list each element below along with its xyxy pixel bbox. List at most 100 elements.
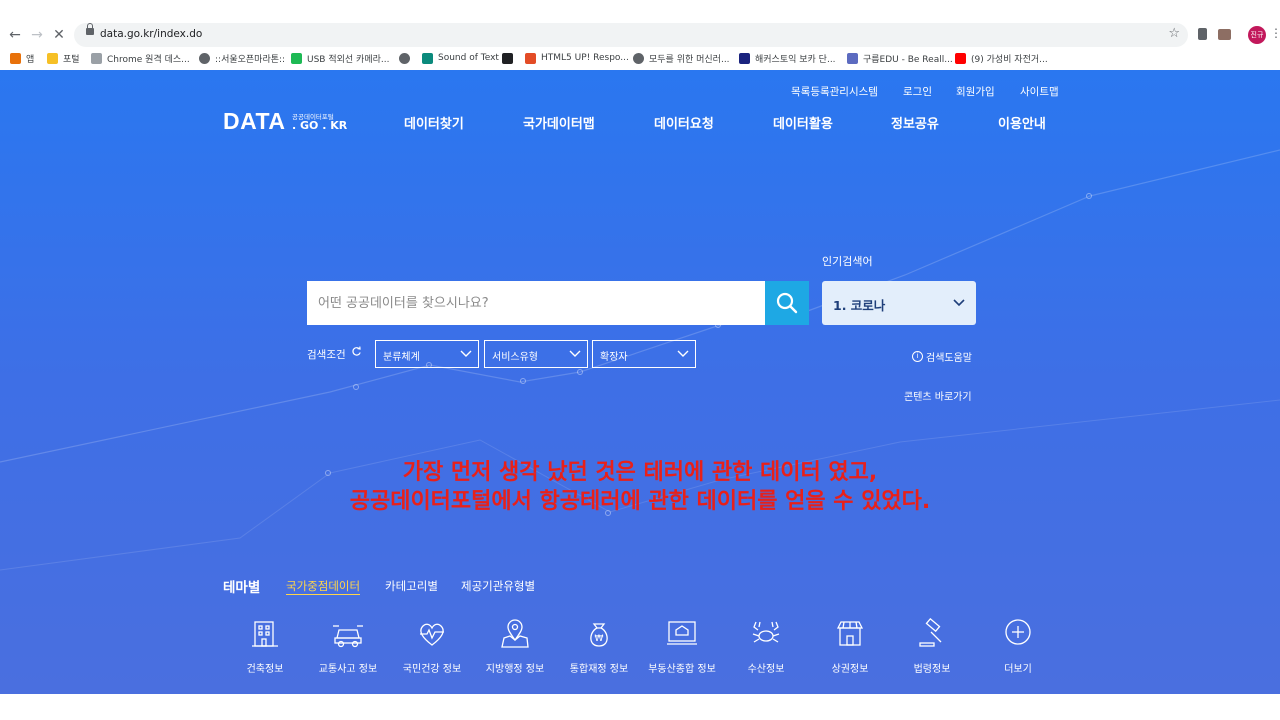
filter-category-select[interactable]: 분류체계 — [375, 340, 479, 368]
chevron-down-icon — [677, 350, 689, 357]
bookmark-item[interactable]: Sound of Text — [422, 51, 499, 65]
bookmark-favicon-icon — [199, 52, 210, 64]
search-icon — [776, 292, 798, 314]
nav-national-data-map[interactable]: 국가데이터맵 — [523, 113, 595, 132]
logo-domain-text: . GO . KR — [292, 119, 348, 132]
annotation-line-1: 가장 먼저 생각 났던 것은 테러에 관한 데이터 였고, — [402, 460, 878, 485]
bookmark-item[interactable]: 모두를 위한 머신러... — [633, 51, 730, 65]
theme-category-item[interactable]: 교통사고 정보 — [306, 618, 390, 678]
filter-extension-select[interactable]: 확장자 — [592, 340, 696, 368]
forward-arrow-icon[interactable]: → — [28, 26, 46, 44]
theme-category-item[interactable]: 수산정보 — [724, 618, 808, 678]
bookmark-item[interactable]: 해커스토익 보카 단... — [739, 51, 836, 65]
bookmark-favicon-icon — [399, 52, 410, 64]
search-condition-label: 검색조건 — [307, 349, 346, 361]
theme-category-item[interactable]: 국민건강 정보 — [390, 618, 474, 678]
bookmark-item[interactable]: (9) 가성비 자전거... — [955, 51, 1048, 65]
theme-category-item[interactable]: 건축정보 — [223, 618, 307, 678]
bookmark-star-icon[interactable]: ☆ — [1168, 26, 1180, 41]
bookmark-item[interactable] — [399, 51, 415, 65]
tab-provider-type[interactable]: 제공기관유형별 — [461, 578, 535, 594]
theme-category-label: 국민건강 정보 — [402, 664, 462, 675]
bookmark-item[interactable]: Chrome 원격 데스... — [91, 51, 190, 65]
bookmark-label: 모두를 위한 머신러... — [649, 54, 730, 65]
stop-loading-icon[interactable]: ✕ — [50, 26, 68, 44]
theme-category-label: 법령정보 — [913, 664, 951, 675]
theme-category-label: 건축정보 — [246, 664, 284, 675]
theme-category-label: 더보기 — [1004, 664, 1032, 675]
bookmark-label: HTML5 UP! Respo... — [541, 53, 629, 63]
bookmark-item[interactable]: HTML5 UP! Respo... — [525, 51, 629, 65]
nav-data-use[interactable]: 데이터활용 — [773, 113, 833, 132]
bookmark-label: USB 적외선 카메라... — [307, 54, 390, 65]
search-input[interactable] — [307, 281, 765, 325]
annotation-line-2: 공공데이터포털에서 항공테러에 관한 데이터를 얻을 수 있었다. — [349, 489, 931, 514]
content-shortcut-link[interactable]: 콘텐츠 바로가기 — [904, 388, 972, 403]
logo-data-text: DATA — [223, 108, 286, 134]
store-icon — [836, 621, 864, 646]
building-icon — [252, 621, 278, 647]
cast-extension-icon[interactable] — [1218, 29, 1231, 40]
bookmark-item[interactable]: ::서울오픈마라톤:: — [199, 51, 285, 65]
util-link-login[interactable]: 로그인 — [903, 84, 932, 99]
bookmark-favicon-icon — [633, 52, 644, 64]
bookmark-favicon-icon — [847, 52, 858, 64]
bookmark-label: ::서울오픈마라톤:: — [215, 54, 286, 65]
bookmark-label: (9) 가성비 자전거... — [971, 54, 1048, 65]
browser-menu-icon[interactable]: ⋮ — [1270, 26, 1280, 40]
bookmark-item[interactable]: USB 적외선 카메라... — [291, 51, 389, 65]
popular-search-value: 1. 코로나 — [833, 298, 886, 313]
bookmark-favicon-icon — [955, 52, 966, 64]
util-link-sitemap[interactable]: 사이트맵 — [1020, 84, 1059, 99]
url-text[interactable]: data.go.kr/index.do — [100, 28, 202, 40]
map-pin-icon — [501, 619, 529, 648]
address-bar[interactable]: data.go.kr/index.do ☆ — [74, 23, 1188, 47]
refresh-icon[interactable] — [351, 346, 362, 357]
filter-service-type-select[interactable]: 서비스유형 — [484, 340, 588, 368]
bookmark-favicon-icon — [291, 52, 302, 64]
theme-category-item[interactable]: 부동산종합 정보 — [640, 618, 724, 678]
extension-icon[interactable] — [1198, 28, 1207, 40]
nav-info-share[interactable]: 정보공유 — [891, 113, 939, 132]
popular-search-select[interactable]: 1. 코로나 — [822, 281, 976, 325]
nav-guide[interactable]: 이용안내 — [998, 113, 1046, 132]
util-link-signup[interactable]: 회원가입 — [956, 84, 995, 99]
bookmark-label: 앱 — [26, 54, 35, 65]
search-button[interactable] — [765, 281, 809, 325]
chevron-down-icon — [953, 299, 965, 307]
bookmark-item[interactable]: 앱 — [10, 51, 34, 65]
profile-avatar[interactable]: 진규 — [1248, 26, 1266, 44]
theme-category-item[interactable]: 지방행정 정보 — [473, 618, 557, 678]
bookmark-item[interactable]: 구름EDU - Be Reall... — [847, 51, 953, 65]
theme-category-label: 부동산종합 정보 — [648, 664, 716, 675]
util-link-register[interactable]: 목록등록관리시스템 — [791, 84, 878, 99]
house-monitor-icon — [667, 621, 697, 645]
bookmark-favicon-icon — [422, 52, 433, 64]
gavel-icon — [919, 618, 942, 647]
bookmark-favicon-icon — [525, 52, 536, 64]
bookmark-label: Sound of Text — [438, 53, 499, 63]
tab-category[interactable]: 카테고리별 — [385, 578, 438, 594]
bookmark-label: Chrome 원격 데스... — [107, 54, 190, 65]
theme-category-label: 상권정보 — [831, 664, 869, 675]
bookmark-favicon-icon — [739, 52, 750, 64]
nav-find-data[interactable]: 데이터찾기 — [404, 113, 464, 132]
svg-text:₩: ₩ — [595, 634, 604, 644]
theme-category-item[interactable]: 더보기 — [976, 618, 1060, 678]
search-help-link[interactable]: i 검색도움말 — [912, 349, 972, 364]
bookmark-label: 포털 — [63, 54, 80, 65]
bookmark-favicon-icon — [47, 52, 58, 64]
lock-icon — [86, 23, 94, 35]
theme-category-item[interactable]: 법령정보 — [890, 618, 974, 678]
portal-page: 목록등록관리시스템 로그인 회원가입 사이트맵 DATA 공공데이터포털 . G… — [0, 70, 1280, 694]
theme-category-item[interactable]: ₩ 통합재정 정보 — [557, 618, 641, 678]
theme-category-label: 교통사고 정보 — [318, 664, 378, 675]
tab-national-key-data[interactable]: 국가중점데이터 — [286, 578, 361, 595]
back-arrow-icon[interactable]: ← — [6, 26, 24, 44]
chevron-down-icon — [569, 350, 581, 357]
filter-category-label: 분류체계 — [383, 352, 420, 363]
bookmark-item[interactable]: 포털 — [47, 51, 80, 65]
bookmark-item[interactable] — [502, 51, 518, 65]
theme-category-item[interactable]: 상권정보 — [808, 618, 892, 678]
nav-data-request[interactable]: 데이터요청 — [654, 113, 714, 132]
